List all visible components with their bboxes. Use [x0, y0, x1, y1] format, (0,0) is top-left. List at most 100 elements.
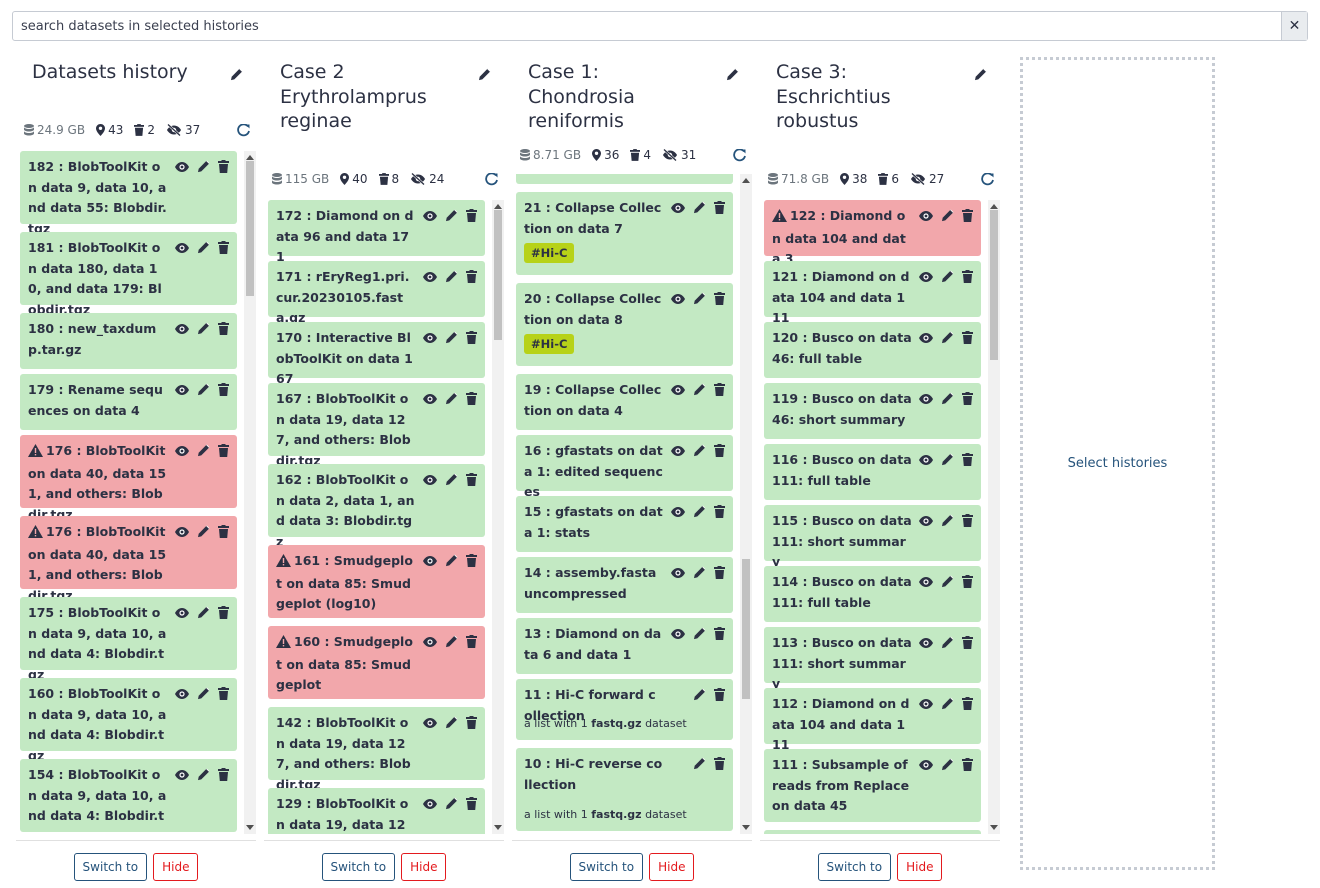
trash-icon[interactable] — [218, 687, 229, 700]
eye-icon[interactable] — [671, 445, 685, 456]
pencil-icon[interactable] — [445, 209, 458, 222]
dataset-item[interactable]: 120 : Busco on data 46: full table — [764, 322, 981, 378]
dataset-item[interactable]: 142 : BlobToolKit on data 19, data 127, … — [268, 707, 485, 792]
scroll-down-arrow[interactable] — [246, 825, 254, 830]
deleted-count[interactable]: 8 — [378, 172, 399, 186]
pencil-icon[interactable] — [941, 575, 954, 588]
dataset-item[interactable]: 129 : BlobToolKit on data 19, data 127, … — [268, 788, 485, 834]
trash-icon[interactable] — [218, 383, 229, 396]
pencil-icon[interactable] — [974, 68, 987, 81]
pencil-icon[interactable] — [197, 606, 210, 619]
trash-icon[interactable] — [714, 757, 725, 770]
select-histories-dropzone[interactable]: Select histories — [1020, 57, 1215, 870]
switch-to-button[interactable]: Switch to — [817, 853, 892, 881]
pencil-icon[interactable] — [478, 68, 491, 81]
trash-icon[interactable] — [218, 444, 229, 457]
dataset-item[interactable]: 14 : assemby.fasta uncompressed — [516, 557, 733, 613]
pencil-icon[interactable] — [197, 687, 210, 700]
refresh-button[interactable] — [237, 123, 250, 137]
eye-icon[interactable] — [175, 242, 189, 253]
trash-icon[interactable] — [218, 241, 229, 254]
shown-count[interactable]: 36 — [592, 148, 619, 162]
trash-icon[interactable] — [218, 525, 229, 538]
hidden-count[interactable]: 31 — [662, 148, 696, 162]
trash-icon[interactable] — [466, 270, 477, 283]
scroll-up-arrow[interactable] — [246, 155, 254, 160]
deleted-trash-icon[interactable] — [630, 149, 641, 161]
trash-icon[interactable] — [466, 392, 477, 405]
dataset-item[interactable]: 115 : Busco on data 111: short summary — [764, 505, 981, 569]
edit-history-icon[interactable] — [230, 66, 244, 81]
eye-slash-icon[interactable] — [910, 173, 926, 185]
scroll-up-arrow[interactable] — [990, 204, 998, 209]
search-clear-button[interactable]: ✕ — [1281, 12, 1307, 40]
dataset-item[interactable]: 15 : gfastats on data 1: stats — [516, 496, 733, 552]
trash-icon[interactable] — [962, 331, 973, 344]
pencil-icon[interactable] — [445, 473, 458, 486]
dataset-item[interactable]: 119 : Busco on data 46: short summary — [764, 383, 981, 439]
select-histories-link[interactable]: Select histories — [1068, 456, 1168, 471]
dataset-item[interactable]: 10 : Hi-C reverse collection a list with … — [516, 748, 733, 831]
pencil-icon[interactable] — [726, 68, 739, 81]
edit-history-icon[interactable] — [478, 66, 492, 81]
eye-icon[interactable] — [919, 759, 933, 770]
eye-icon[interactable] — [671, 384, 685, 395]
dataset-title[interactable]: 20 : Collapse Collection on data 8 — [524, 289, 664, 330]
eye-icon[interactable] — [919, 576, 933, 587]
dataset-title[interactable]: 16 : gfastats on data 1: edited sequence… — [524, 441, 664, 503]
eye-icon[interactable] — [423, 717, 437, 728]
trash-icon[interactable] — [714, 627, 725, 640]
dataset-item[interactable]: 180 : new_taxdump.tar.gz — [20, 313, 237, 369]
dataset-title[interactable]: 10 : Hi-C reverse collection — [524, 754, 664, 795]
trash-icon[interactable] — [218, 606, 229, 619]
refresh-button[interactable] — [981, 172, 994, 186]
eye-icon[interactable] — [423, 393, 437, 404]
refresh-button[interactable] — [733, 148, 746, 162]
eye-icon[interactable] — [175, 445, 189, 456]
scroll-up-arrow[interactable] — [494, 204, 502, 209]
scroll-thumb[interactable] — [246, 161, 254, 296]
trash-icon[interactable] — [714, 505, 725, 518]
dataset-item[interactable]: 176 : BlobToolKit on data 40, data 151, … — [20, 516, 237, 603]
pencil-icon[interactable] — [445, 797, 458, 810]
hide-button[interactable]: Hide — [401, 853, 447, 881]
dataset-item[interactable]: 182 : BlobToolKit on data 9, data 10, an… — [20, 151, 237, 236]
eye-icon[interactable] — [671, 567, 685, 578]
hidden-count[interactable]: 37 — [166, 123, 200, 137]
eye-slash-icon[interactable] — [662, 149, 678, 161]
pencil-icon[interactable] — [445, 270, 458, 283]
edit-history-icon[interactable] — [974, 66, 988, 81]
pencil-icon[interactable] — [941, 697, 954, 710]
eye-icon[interactable] — [919, 698, 933, 709]
deleted-trash-icon[interactable] — [134, 124, 145, 136]
dataset-item[interactable]: 20 : Collapse Collection on data 8 #Hi-C — [516, 283, 733, 366]
dataset-item[interactable]: 11 : Hi-C forward collection a list with … — [516, 679, 733, 740]
dataset-title[interactable]: 112 : Diamond on data 104 and data 111 — [772, 694, 912, 756]
pencil-icon[interactable] — [445, 554, 458, 567]
trash-icon[interactable] — [962, 209, 973, 222]
trash-icon[interactable] — [962, 636, 973, 649]
dataset-item[interactable]: 16 : gfastats on data 1: edited sequence… — [516, 435, 733, 499]
dataset-title[interactable]: 114 : Busco on data 111: full table — [772, 572, 912, 613]
dataset-title[interactable]: 167 : BlobToolKit on data 19, data 127, … — [276, 389, 416, 471]
dataset-title[interactable]: 19 : Collapse Collection on data 4 — [524, 380, 664, 421]
scroll-thumb[interactable] — [990, 210, 998, 360]
eye-icon[interactable] — [919, 332, 933, 343]
pencil-icon[interactable] — [445, 635, 458, 648]
dataset-item[interactable]: 13 : Diamond on data 6 and data 1 — [516, 618, 733, 674]
dataset-item[interactable]: 19 : Collapse Collection on data 4 — [516, 374, 733, 430]
dataset-item[interactable]: 160 : BlobToolKit on data 9, data 10, an… — [20, 678, 237, 763]
refresh-icon[interactable] — [485, 172, 498, 186]
dataset-title[interactable]: 172 : Diamond on data 96 and data 171 — [276, 206, 416, 268]
pencil-icon[interactable] — [693, 627, 706, 640]
scroll-thumb[interactable] — [494, 210, 502, 340]
eye-icon[interactable] — [175, 323, 189, 334]
pencil-icon[interactable] — [197, 322, 210, 335]
dataset-title[interactable]: 121 : Diamond on data 104 and data 111 — [772, 267, 912, 329]
eye-icon[interactable] — [175, 769, 189, 780]
dataset-item[interactable]: 21 : Collapse Collection on data 7 #Hi-C — [516, 192, 733, 275]
list-scrollbar[interactable] — [244, 151, 256, 834]
eye-icon[interactable] — [671, 202, 685, 213]
dataset-list[interactable]: 182 : BlobToolKit on data 9, data 10, an… — [20, 151, 256, 834]
list-scrollbar[interactable] — [740, 174, 752, 834]
